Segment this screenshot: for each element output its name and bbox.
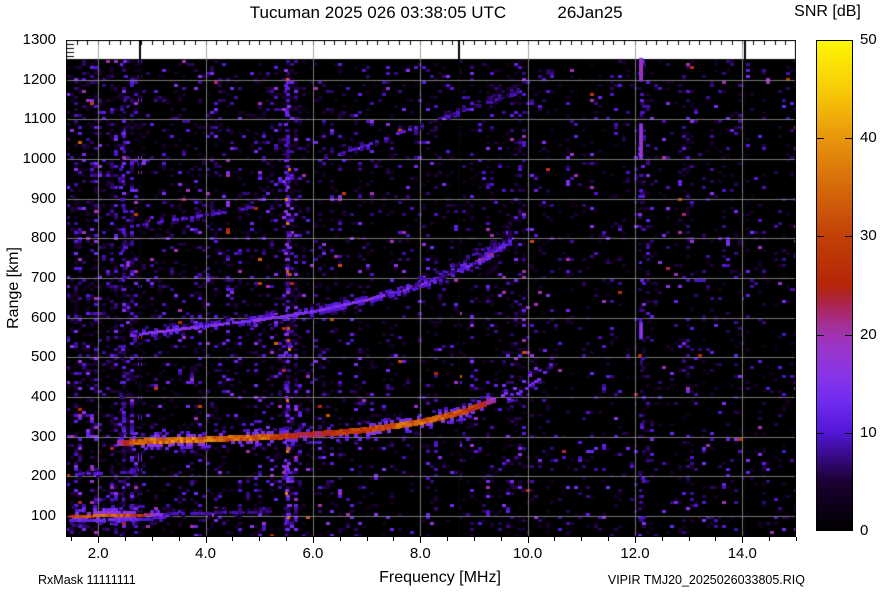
x-tick-label: 8.0 <box>409 545 431 562</box>
x-axis-tick <box>474 537 475 541</box>
x-axis-tick <box>206 537 207 543</box>
colorbar-tick-label: 50 <box>860 31 877 48</box>
colorbar-tick-label: 40 <box>860 129 877 147</box>
y-tick-label: 700 <box>30 268 56 286</box>
plot-date: 26Jan25 <box>557 3 623 22</box>
rxmask-label: RxMask 11111111 <box>38 573 136 587</box>
x-axis-tick <box>71 537 72 541</box>
x-axis-tick <box>715 537 716 541</box>
colorbar-tick-label: 0 <box>860 522 869 539</box>
ionogram-heatmap <box>66 40 796 537</box>
y-tick-label: 1200 <box>22 70 56 88</box>
x-axis-tick <box>447 537 448 541</box>
colorbar <box>816 40 853 531</box>
x-axis-tick <box>259 537 260 541</box>
x-axis-tick <box>98 537 99 543</box>
colorbar-notch <box>817 138 824 140</box>
x-axis-tick <box>420 537 421 543</box>
x-axis-tick <box>608 537 609 541</box>
x-axis-tick <box>152 537 153 541</box>
x-axis-tick <box>662 537 663 541</box>
y-tick-label: 200 <box>30 467 56 485</box>
colorbar-tick-label: 20 <box>860 325 877 343</box>
colorbar-notch <box>817 236 824 238</box>
colorbar-notch <box>845 236 852 238</box>
x-axis-tick <box>501 537 502 541</box>
x-axis-tick <box>554 537 555 541</box>
file-reference: VIPIR TMJ20_2025026033805.RIQ <box>607 573 805 587</box>
x-axis-tick <box>313 537 314 543</box>
x-axis-tick <box>635 537 636 543</box>
colorbar-notch <box>845 334 852 336</box>
y-tick-label: 400 <box>30 387 56 405</box>
x-tick-label: 12.0 <box>620 545 650 562</box>
x-axis-tick <box>689 537 690 541</box>
x-axis-tick <box>286 537 287 541</box>
colorbar-title: SNR [dB] <box>794 3 861 20</box>
y-tick-label: 1100 <box>23 110 56 128</box>
colorbar-notch <box>845 138 852 140</box>
y-tick-label: 900 <box>30 189 56 207</box>
x-tick-label: 6.0 <box>302 545 324 562</box>
x-axis-tick <box>340 537 341 541</box>
y-tick-label: 600 <box>30 308 56 326</box>
x-axis-tick <box>581 537 582 541</box>
x-tick-label: 10.0 <box>513 545 543 562</box>
y-tick-label: 500 <box>30 348 56 366</box>
colorbar-tick-label: 10 <box>860 423 877 441</box>
x-axis-tick <box>742 537 743 543</box>
x-axis-tick <box>125 537 126 541</box>
x-tick-label: 14.0 <box>727 545 757 562</box>
y-tick-label: 1300 <box>22 31 56 48</box>
x-axis-tick <box>179 537 180 541</box>
colorbar-notch <box>817 334 824 336</box>
x-axis-tick <box>367 537 368 541</box>
y-tick-label: 1000 <box>22 149 56 167</box>
x-tick-label: 2.0 <box>87 545 109 562</box>
y-tick-label: 800 <box>30 229 56 247</box>
x-axis-label: Frequency [MHz] <box>379 569 501 586</box>
colorbar-notch <box>817 432 824 434</box>
ionogram-figure: Tucuman 2025 026 03:38:05 UTC 26Jan25 SN… <box>0 0 884 595</box>
colorbar-notch <box>845 432 852 434</box>
y-tick-label: 100 <box>30 506 56 524</box>
x-axis-tick <box>528 537 529 543</box>
x-axis-tick <box>393 537 394 541</box>
x-axis-tick <box>769 537 770 541</box>
x-axis-tick <box>232 537 233 541</box>
x-tick-label: 4.0 <box>195 545 216 562</box>
colorbar-tick-label: 30 <box>860 227 877 245</box>
x-axis-tick <box>796 537 797 541</box>
y-tick-label: 300 <box>30 427 56 445</box>
